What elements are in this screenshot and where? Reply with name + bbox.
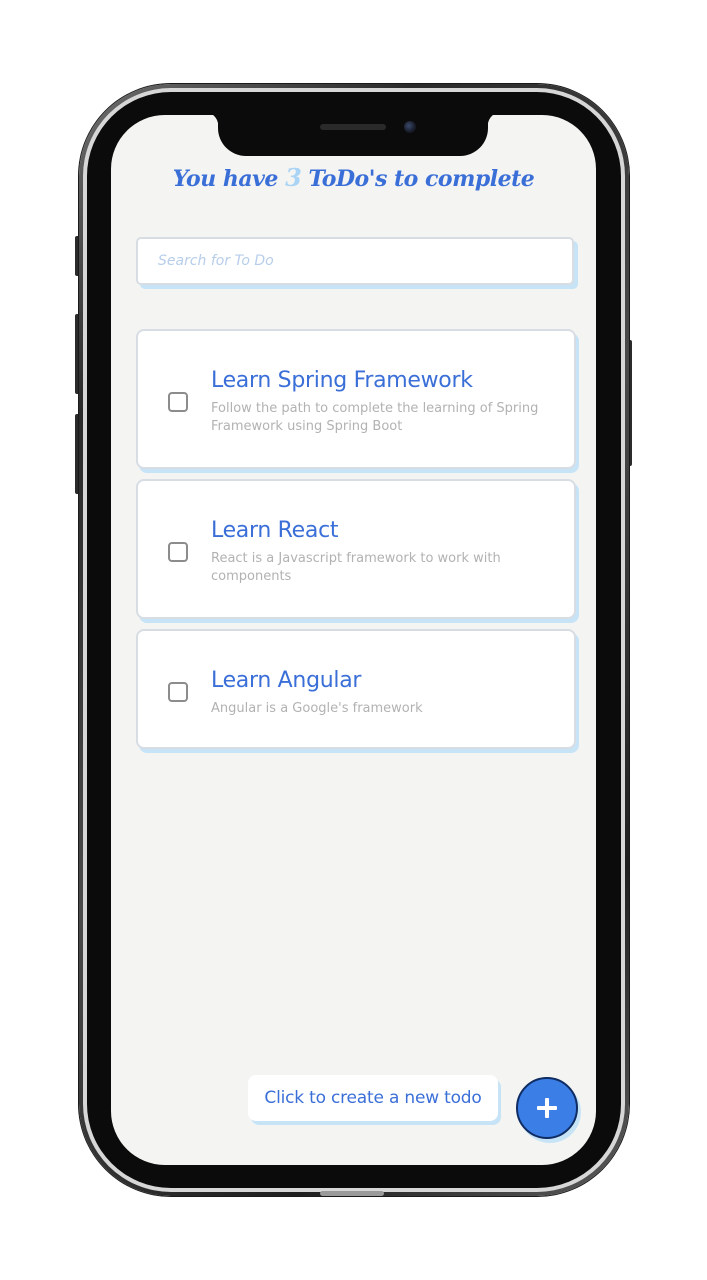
todo-description: Follow the path to complete the learning… [211, 401, 539, 434]
todo-card[interactable]: Learn React React is a Javascript framew… [136, 479, 576, 619]
page-title: You have 3 ToDo's to complete [111, 163, 596, 192]
todo-checkbox[interactable] [168, 542, 188, 562]
stage: You have 3 ToDo's to complete Learn Spri… [0, 0, 707, 1280]
title-suffix: ToDo's to complete [308, 166, 535, 192]
todo-card[interactable]: Learn Angular Angular is a Google's fram… [136, 629, 576, 749]
todo-title: Learn Angular [211, 668, 362, 693]
camera-icon [404, 121, 416, 133]
todo-checkbox[interactable] [168, 392, 188, 412]
todo-card[interactable]: Learn Spring Framework Follow the path t… [136, 329, 576, 469]
speaker-grille [320, 124, 386, 130]
plus-icon [537, 1098, 557, 1118]
create-todo-hint[interactable]: Click to create a new todo [248, 1075, 498, 1121]
add-todo-button[interactable] [516, 1077, 578, 1139]
search-input[interactable] [138, 239, 572, 283]
todo-count: 3 [285, 163, 302, 192]
phone-notch [204, 112, 502, 156]
title-prefix: You have [172, 166, 279, 192]
todo-checkbox[interactable] [168, 682, 188, 702]
home-indicator [320, 1191, 384, 1196]
todo-description: Angular is a Google's framework [211, 701, 423, 716]
create-todo-hint-label: Click to create a new todo [264, 1088, 482, 1108]
todo-title: Learn React [211, 518, 339, 543]
todo-description: React is a Javascript framework to work … [211, 551, 501, 584]
todo-title: Learn Spring Framework [211, 368, 473, 393]
search-box [136, 237, 574, 285]
app-screen: You have 3 ToDo's to complete Learn Spri… [111, 115, 596, 1165]
